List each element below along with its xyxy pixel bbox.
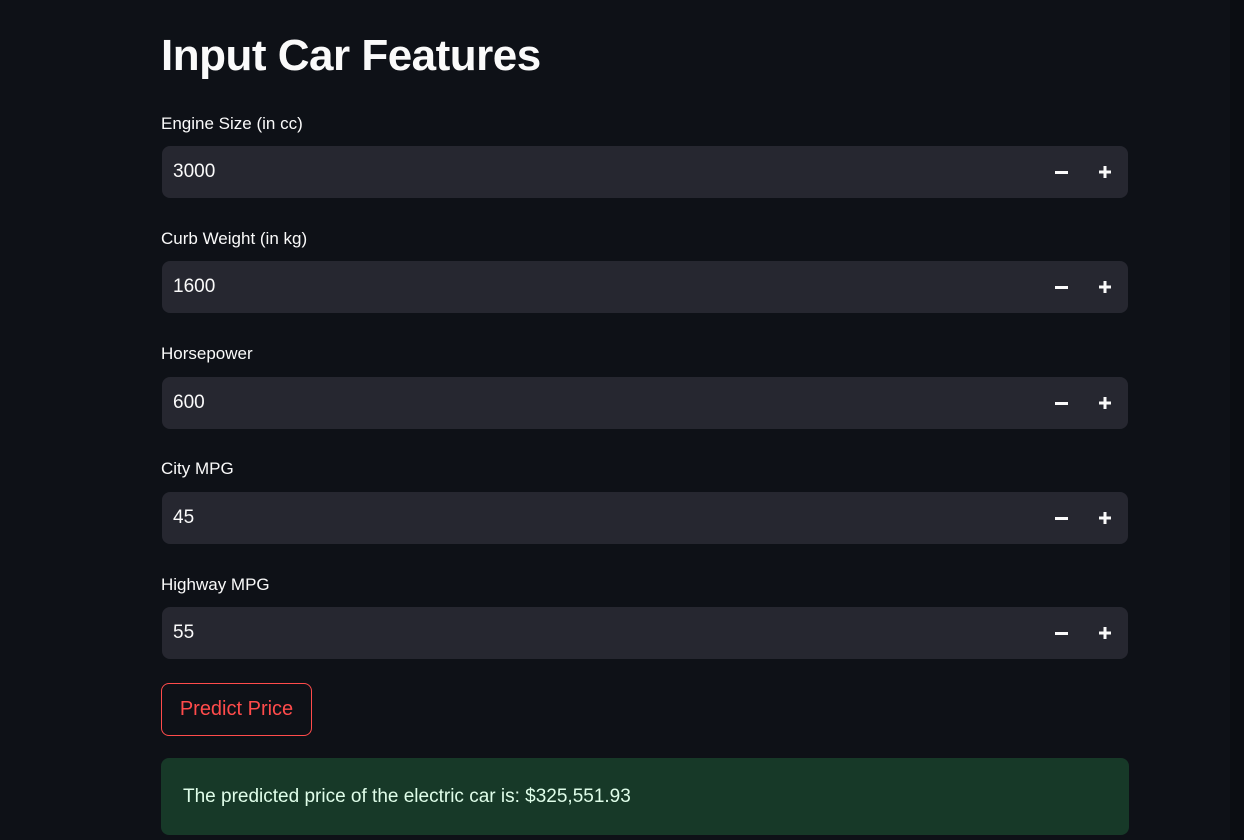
minus-icon (1054, 285, 1068, 289)
highway-mpg-increment-button[interactable] (1083, 607, 1127, 659)
highway-mpg-decrement-button[interactable] (1039, 607, 1083, 659)
curb-weight-label: Curb Weight (in kg) (161, 229, 308, 248)
engine-size-decrement-button[interactable] (1039, 146, 1083, 198)
plus-icon (1099, 512, 1111, 524)
success-alert: The predicted price of the electric car … (161, 758, 1129, 835)
city-mpg-label: City MPG (161, 459, 234, 478)
prediction-result-text: The predicted price of the electric car … (183, 785, 631, 807)
horsepower-decrement-button[interactable] (1039, 377, 1083, 429)
city-mpg-increment-button[interactable] (1083, 492, 1127, 544)
minus-icon (1054, 516, 1068, 520)
engine-size-input[interactable]: 3000 (162, 146, 1128, 198)
plus-icon (1099, 397, 1111, 409)
page-title: Input Car Features (161, 31, 541, 80)
horsepower-input[interactable]: 600 (162, 377, 1128, 429)
predict-price-button[interactable]: Predict Price (161, 683, 312, 736)
horsepower-increment-button[interactable] (1083, 377, 1127, 429)
plus-icon (1099, 281, 1111, 293)
horsepower-value[interactable]: 600 (162, 392, 1039, 414)
highway-mpg-value[interactable]: 55 (162, 622, 1039, 644)
city-mpg-decrement-button[interactable] (1039, 492, 1083, 544)
highway-mpg-label: Highway MPG (161, 575, 270, 594)
engine-size-label: Engine Size (in cc) (161, 114, 303, 133)
city-mpg-input[interactable]: 45 (162, 492, 1128, 544)
highway-mpg-input[interactable]: 55 (162, 607, 1128, 659)
engine-size-increment-button[interactable] (1083, 146, 1127, 198)
engine-size-value[interactable]: 3000 (162, 161, 1039, 183)
city-mpg-value[interactable]: 45 (162, 507, 1039, 529)
horsepower-label: Horsepower (161, 344, 253, 363)
plus-icon (1099, 627, 1111, 639)
minus-icon (1054, 170, 1068, 174)
scrollbar-track (1230, 0, 1244, 840)
curb-weight-input[interactable]: 1600 (162, 261, 1128, 313)
curb-weight-value[interactable]: 1600 (162, 276, 1039, 298)
minus-icon (1054, 631, 1068, 635)
curb-weight-decrement-button[interactable] (1039, 261, 1083, 313)
curb-weight-increment-button[interactable] (1083, 261, 1127, 313)
minus-icon (1054, 401, 1068, 405)
plus-icon (1099, 166, 1111, 178)
